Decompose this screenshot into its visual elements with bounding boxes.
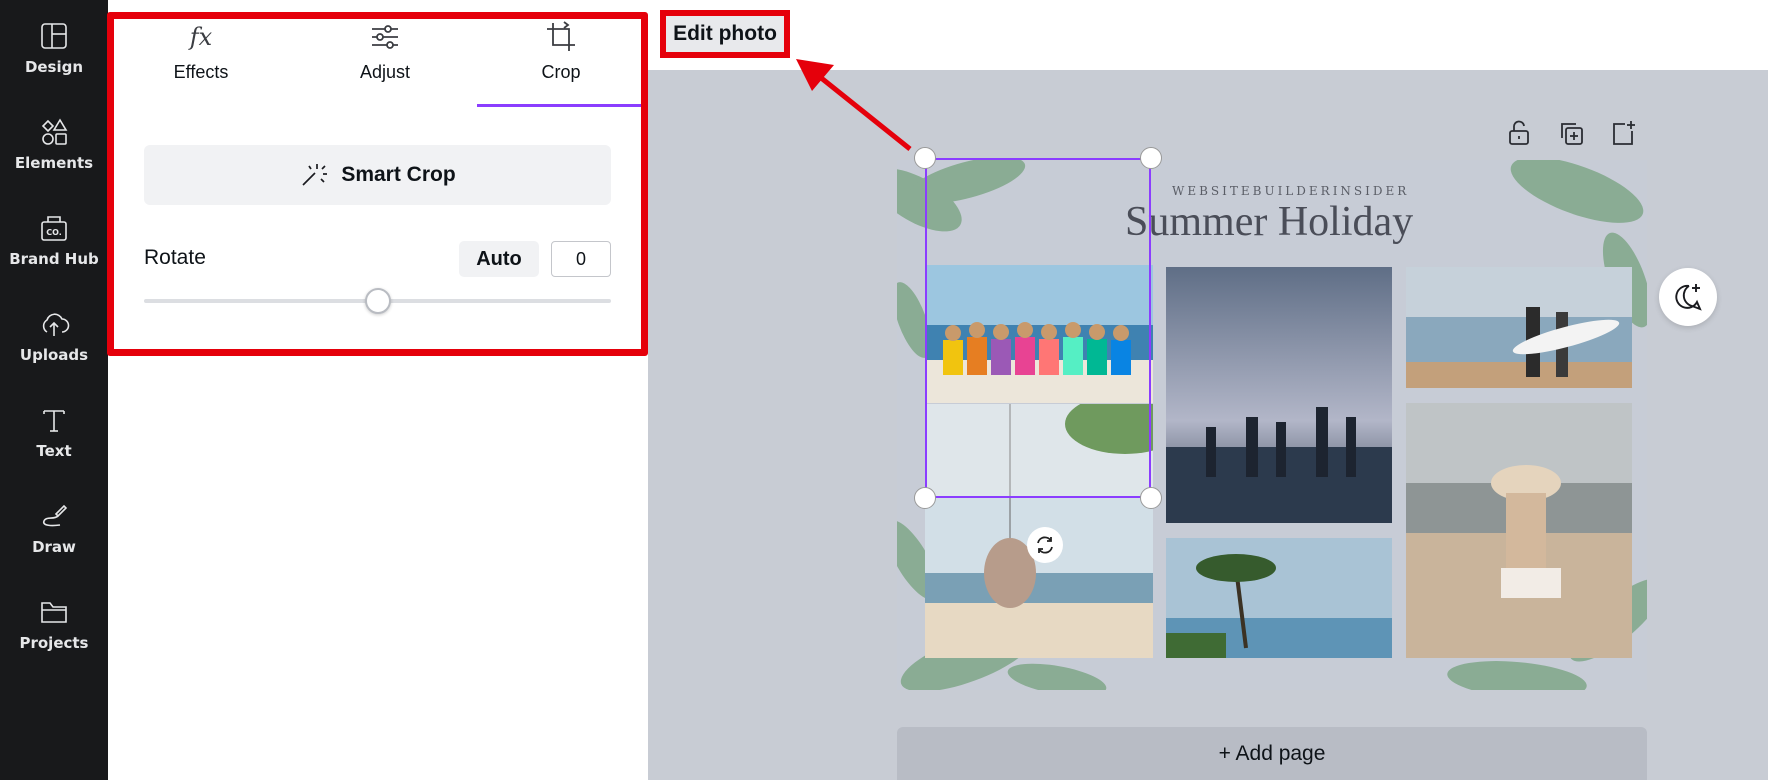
rail-item-brand-hub[interactable]: CO. Brand Hub — [0, 192, 108, 288]
rail-item-projects[interactable]: Projects — [0, 576, 108, 672]
shapes-icon — [41, 118, 68, 145]
folder-icon — [41, 602, 67, 623]
photo-jumping-silhouettes[interactable] — [1166, 267, 1392, 523]
comment-plus-icon — [1675, 284, 1702, 311]
resize-handle-bottom-left[interactable] — [914, 487, 936, 509]
silhouettes-image — [1166, 267, 1392, 523]
tab-adjust[interactable]: Adjust — [293, 20, 477, 108]
add-page-button[interactable]: + Add page — [897, 727, 1647, 780]
photo-woman-sitting[interactable] — [1406, 403, 1632, 658]
resize-handle-top-right[interactable] — [1140, 147, 1162, 169]
smart-crop-label: Smart Crop — [341, 163, 456, 186]
sliders-icon — [372, 25, 398, 49]
rail-label: Draw — [32, 538, 76, 556]
photo-palm-beach[interactable] — [1166, 538, 1392, 658]
surfers-image — [1406, 267, 1632, 388]
photo-palm-sky[interactable] — [925, 404, 1153, 498]
add-comment-button[interactable] — [1659, 268, 1717, 326]
svg-text:fx: fx — [188, 23, 213, 51]
editor-topbar — [648, 0, 1768, 70]
duplicate-page-button[interactable] — [1557, 119, 1585, 147]
rail-label: Brand Hub — [9, 250, 99, 268]
photo-friends-beach[interactable] — [925, 265, 1153, 403]
tab-label: Adjust — [359, 62, 411, 82]
tab-label: Crop — [541, 62, 581, 82]
rail-label: Elements — [14, 154, 94, 172]
auto-rotate-button[interactable]: Auto — [459, 241, 539, 277]
rotate-label: Rotate — [144, 246, 206, 269]
fx-icon: fx — [188, 23, 213, 51]
rail-item-design[interactable]: Design — [0, 0, 108, 96]
woman-sitting-image — [1406, 403, 1632, 658]
photo-hanging-chair[interactable] — [925, 498, 1153, 658]
rail-label: Uploads — [19, 346, 89, 364]
add-page-icon-button[interactable] — [1609, 119, 1637, 147]
rotate-arrows-icon — [1037, 536, 1053, 554]
rail-item-text[interactable]: Text — [0, 384, 108, 480]
palm-sky-image — [925, 404, 1153, 498]
layout-icon — [41, 23, 67, 49]
palm-beach-image — [1166, 538, 1392, 658]
duplicate-icon — [1561, 123, 1583, 145]
smart-crop-button[interactable]: Smart Crop — [144, 145, 611, 205]
rail-label: Text — [36, 442, 72, 460]
rotate-value-input[interactable] — [551, 241, 611, 277]
design-brand-text[interactable]: WEBSITEBUILDERINSIDER — [1172, 184, 1409, 198]
text-icon — [43, 410, 65, 432]
rail-item-uploads[interactable]: Uploads — [0, 288, 108, 384]
tab-crop[interactable]: Crop — [469, 20, 653, 108]
left-rail: Design Elements CO. Brand Hub Uploads Te… — [0, 0, 108, 780]
hanging-chair-image — [925, 498, 1153, 658]
active-tab-indicator — [477, 104, 643, 107]
svg-text:CO.: CO. — [46, 228, 62, 237]
unlock-icon — [1509, 120, 1529, 145]
rail-label: Projects — [19, 634, 89, 652]
crop-icon — [547, 21, 575, 51]
design-title-text[interactable]: Summer Holiday — [1125, 198, 1413, 246]
rail-item-elements[interactable]: Elements — [0, 96, 108, 192]
magic-wand-icon — [302, 164, 328, 186]
lock-button[interactable] — [1505, 119, 1533, 147]
edit-photo-panel — [108, 0, 648, 780]
swap-photo-button[interactable] — [1027, 527, 1063, 563]
rail-label: Design — [24, 58, 84, 76]
tab-label: Effects — [173, 62, 229, 82]
cloud-upload-icon — [42, 313, 70, 336]
draw-icon — [42, 504, 68, 527]
add-page-icon — [1613, 121, 1635, 145]
rail-item-draw[interactable]: Draw — [0, 480, 108, 576]
rotate-slider-thumb[interactable] — [364, 288, 391, 314]
tab-effects[interactable]: fx Effects — [109, 20, 293, 108]
photo-surfers[interactable] — [1406, 267, 1632, 388]
resize-handle-bottom-right[interactable] — [1140, 487, 1162, 509]
brand-kit-icon: CO. — [41, 216, 67, 241]
beach-photo-image — [925, 265, 1153, 403]
resize-handle-top-left[interactable] — [914, 147, 936, 169]
edit-photo-button[interactable]: Edit photo — [660, 10, 790, 58]
